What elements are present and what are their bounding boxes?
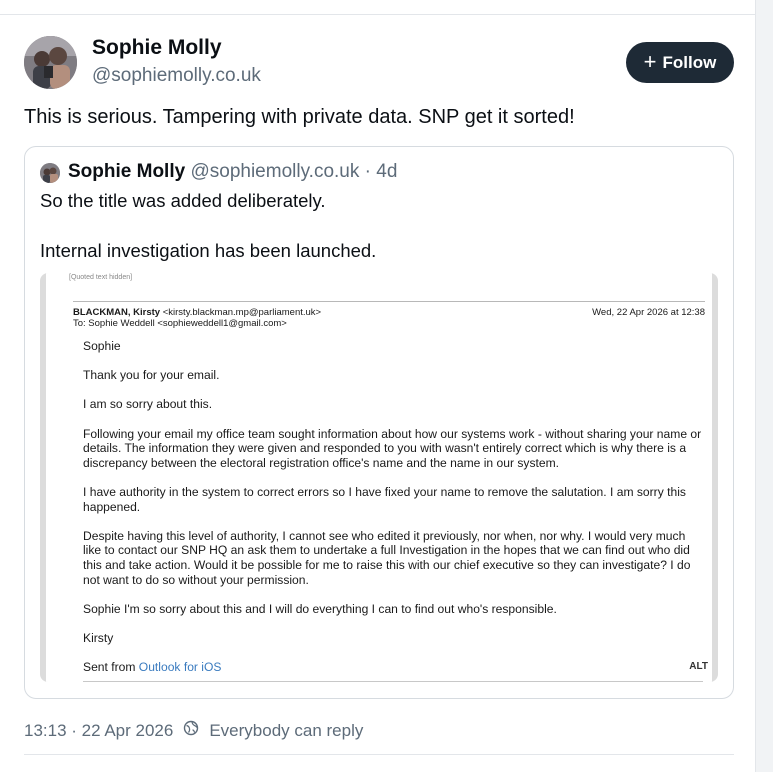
plus-icon: + [643, 48, 657, 74]
divider [83, 681, 703, 682]
divider [0, 14, 755, 15]
follow-label: Follow [662, 52, 717, 72]
email-paragraph: I have authority in the system to correc… [83, 484, 686, 514]
quoted-image[interactable]: [Quoted text hidden] BLACKMAN, Kirsty <k… [40, 273, 718, 682]
quoted-author-name[interactable]: Sophie Molly [68, 161, 185, 182]
email-paragraph: Kirsty [83, 630, 114, 645]
email-signature: Sent from Outlook for iOS [83, 660, 703, 675]
post-timestamp[interactable]: 13:13 · 22 Apr 2026 [24, 721, 173, 741]
email-from: BLACKMAN, Kirsty <kirsty.blackman.mp@par… [73, 307, 321, 318]
email-to: To: Sophie Weddell <sophieweddell1@gmail… [73, 318, 287, 329]
author-name[interactable]: Sophie Molly [92, 36, 222, 60]
divider [73, 301, 705, 302]
post-meta: 13:13 · 22 Apr 2026 Everybody can reply [24, 720, 363, 741]
reply-setting: Everybody can reply [209, 720, 364, 740]
email-from-name: BLACKMAN, Kirsty [73, 307, 161, 318]
divider [24, 754, 734, 755]
globe-icon [183, 720, 199, 741]
signature-prefix: Sent from [83, 660, 139, 675]
email-paragraph: Following your email my office team soug… [83, 426, 702, 470]
author-handle[interactable]: @sophiemolly.co.uk [92, 65, 261, 87]
quoted-post[interactable]: Sophie Molly @sophiemolly.co.uk · 4d So … [24, 146, 734, 699]
email-date: Wed, 22 Apr 2026 at 12:38 [592, 307, 705, 318]
email-paragraph: I am so sorry about this. [83, 397, 213, 412]
quoted-author-meta: @sophiemolly.co.uk · 4d [190, 161, 398, 182]
quoted-header: Sophie Molly @sophiemolly.co.uk · 4d [68, 161, 397, 183]
quoted-author-avatar[interactable] [40, 163, 60, 183]
post-card: Sophie Molly @sophiemolly.co.uk + Follow… [0, 0, 756, 772]
email-paragraph: Thank you for your email. [83, 368, 220, 383]
email-from-address: <kirsty.blackman.mp@parliament.uk> [162, 307, 322, 318]
email-paragraph: Sophie I'm so sorry about this and I wil… [83, 601, 557, 616]
alt-badge[interactable]: ALT [689, 661, 708, 672]
email-paragraph: Sophie [83, 339, 121, 353]
quoted-text-hidden-line: [Quoted text hidden] [69, 274, 133, 281]
email-body: Sophie Thank you for your email. I am so… [83, 339, 703, 682]
author-avatar[interactable] [24, 36, 77, 89]
follow-button[interactable]: + Follow [626, 42, 734, 83]
quoted-text: So the title was added deliberately. Int… [40, 190, 377, 261]
post-text: This is serious. Tampering with private … [24, 106, 575, 128]
email-screenshot: [Quoted text hidden] BLACKMAN, Kirsty <k… [46, 273, 712, 682]
email-paragraph: Despite having this level of authority, … [83, 528, 691, 587]
outlook-link: Outlook for iOS [138, 660, 222, 675]
